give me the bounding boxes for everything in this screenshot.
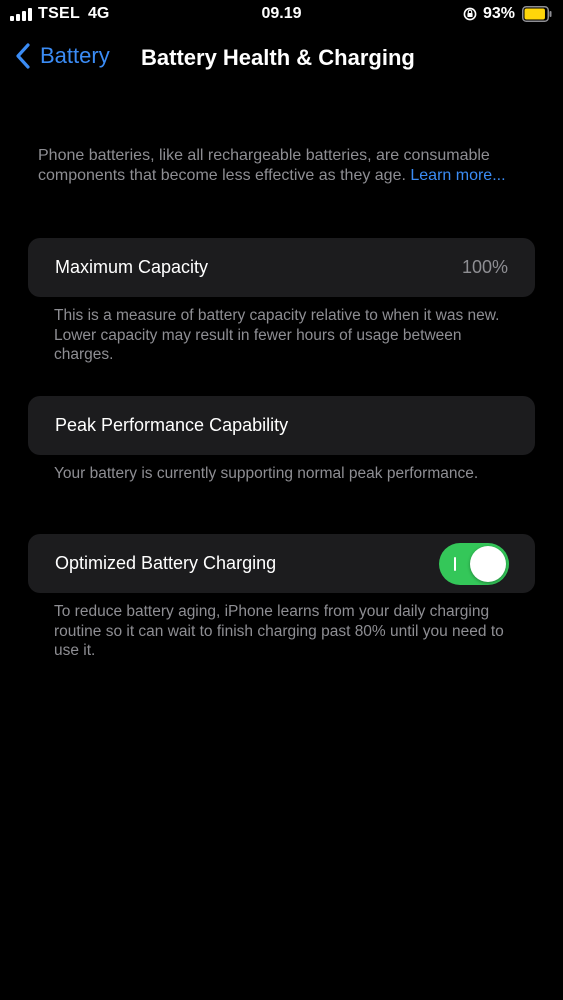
peak-performance-footnote: Your battery is currently supporting nor… [54, 465, 479, 482]
navigation-bar: Battery Battery Health & Charging [0, 38, 563, 78]
toggle-knob [470, 546, 506, 582]
optimized-charging-row: Optimized Battery Charging [28, 534, 535, 593]
status-time: 09.19 [261, 5, 302, 22]
maximum-capacity-footnote: This is a measure of battery capacity re… [54, 307, 500, 363]
chevron-left-icon [16, 43, 30, 69]
learn-more-link[interactable]: Learn more... [410, 167, 505, 184]
optimized-charging-label: Optimized Battery Charging [55, 553, 277, 573]
rotation-lock-icon [463, 7, 477, 21]
toggle-on-indicator-icon [454, 557, 456, 571]
battery-percent: 93% [483, 5, 516, 22]
battery-icon [522, 6, 552, 22]
status-bar: TSEL 4G 09.19 93% [0, 0, 563, 30]
optimized-charging-footnote: To reduce battery aging, iPhone learns f… [54, 603, 504, 659]
maximum-capacity-row: Maximum Capacity 100% [28, 238, 535, 297]
back-button-label: Battery [40, 43, 110, 68]
intro-description: Phone batteries, like all rechargeable b… [38, 146, 518, 185]
maximum-capacity-value: 100% [461, 257, 508, 277]
peak-performance-label: Peak Performance Capability [55, 415, 289, 435]
page-title: Battery Health & Charging [141, 45, 415, 70]
maximum-capacity-label: Maximum Capacity [55, 257, 209, 277]
peak-performance-row: Peak Performance Capability [28, 396, 535, 455]
back-button[interactable]: Battery [14, 42, 110, 70]
optimized-charging-toggle[interactable] [439, 543, 509, 585]
